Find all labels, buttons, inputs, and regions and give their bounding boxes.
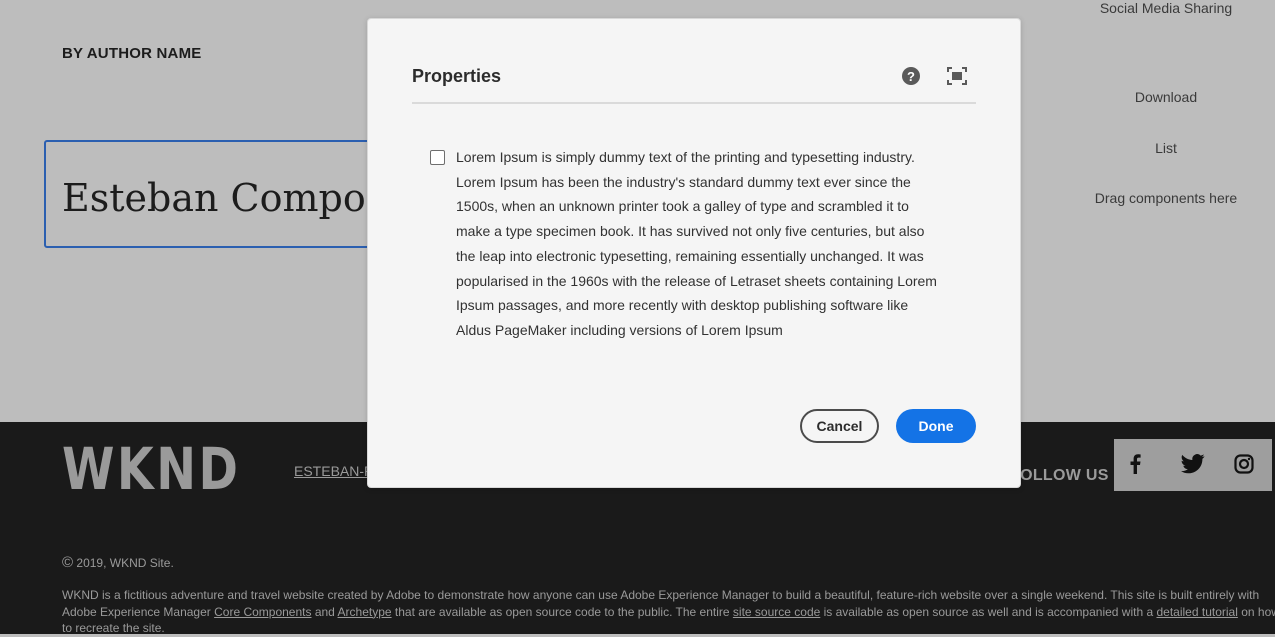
dialog-title: Properties [412,66,502,86]
title-component[interactable]: Esteban Components [44,140,388,248]
copyright: © 2019, WKND Site. [62,554,174,571]
component-social-media-sharing[interactable]: Social Media Sharing [1046,0,1275,16]
footer-description: WKND is a fictitious adventure and trave… [62,587,1275,637]
help-icon[interactable]: ? [902,67,920,85]
twitter-icon[interactable] [1180,451,1206,477]
footer-desc-text: is available as open source as well and … [820,604,1157,619]
footer-desc-text: Adobe Experience Manager [62,604,215,619]
drag-components-placeholder[interactable]: Drag components here [1046,190,1275,206]
site-source-code-link[interactable]: site source code [733,605,820,619]
footer-desc-line2: Adobe Experience Manager Core Components… [62,604,1275,621]
facebook-icon[interactable] [1122,451,1148,477]
footer-desc-text: and [311,604,338,619]
follow-us-label: FOLLOW US [1010,467,1109,484]
author-byline: BY AUTHOR NAME [62,45,202,62]
fullscreen-icon[interactable] [947,67,967,85]
archetype-link[interactable]: Archetype [338,605,392,619]
social-links [1114,439,1272,491]
properties-dialog: Properties ? Lorem Ipsum is simply dummy… [367,18,1021,488]
property-checkbox[interactable] [430,150,445,165]
dialog-divider [412,102,976,104]
footer-desc-line3: to recreate the site. [62,621,165,635]
footer-desc-text: on how [1241,604,1275,619]
instagram-icon[interactable] [1231,451,1257,477]
wknd-logo[interactable]: WKND [62,440,240,498]
checkbox-label: Lorem Ipsum is simply dummy text of the … [456,149,937,338]
core-components-link[interactable]: Core Components [214,605,311,619]
footer-desc-text: that are available as open source code t… [391,604,733,619]
footer-desc-line1: WKND is a fictitious adventure and trave… [62,588,1260,602]
cancel-button[interactable]: Cancel [800,409,879,443]
component-download[interactable]: Download [1046,89,1275,105]
footer-nav-link[interactable]: ESTEBAN-P [294,463,373,479]
copyright-text: 2019, WKND Site. [76,556,174,570]
page-title: Esteban Components [62,176,386,220]
done-button[interactable]: Done [896,409,976,443]
component-list[interactable]: List [1046,140,1275,156]
copyright-symbol: © [62,554,74,571]
detailed-tutorial-link[interactable]: detailed tutorial [1156,605,1237,619]
